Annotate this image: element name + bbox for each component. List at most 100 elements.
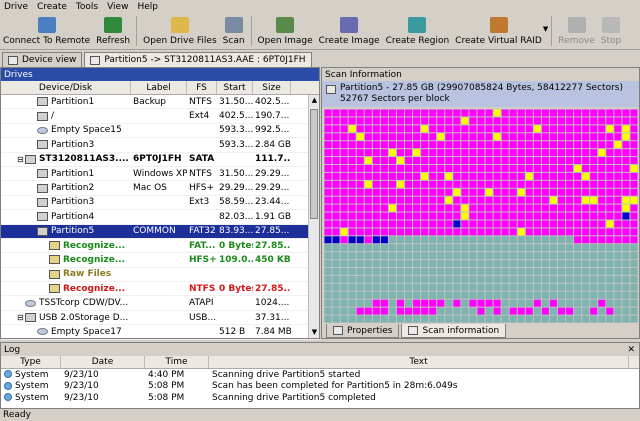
column-header-type[interactable]: Type	[1, 356, 61, 368]
scan-block	[598, 260, 606, 268]
column-header-fs[interactable]: FS	[187, 81, 217, 94]
scan-block	[582, 141, 590, 149]
open-image-button[interactable]: Open Image	[255, 12, 316, 49]
scan-block	[380, 133, 388, 141]
column-header-time[interactable]: Time	[145, 356, 209, 368]
scan-block	[501, 268, 509, 275]
tree-row[interactable]: Recognize... FAT...0 Bytes27.85...	[1, 239, 319, 254]
create-virtual-raid-button[interactable]: Create Virtual RAID	[452, 12, 545, 49]
scan-block	[340, 133, 348, 141]
tree-row[interactable]: Recognize... HFS+109.0...450 KB	[1, 253, 319, 268]
remove-button[interactable]: Remove	[555, 12, 598, 49]
scroll-down-icon[interactable]: ▼	[309, 327, 320, 338]
menu-item-create[interactable]: Create	[37, 2, 67, 12]
scan-block	[630, 196, 638, 204]
scan-block	[549, 283, 557, 291]
tree-row[interactable]: Partition3 593.3... 2.84 GB	[1, 138, 319, 153]
connect-to-remote-button[interactable]: Connect To Remote	[0, 12, 93, 49]
scan-block	[388, 260, 396, 268]
tree-row[interactable]: Partition1 Backup NTFS 31.50... 402.5...	[1, 95, 319, 110]
scan-block	[405, 275, 413, 283]
column-header-date[interactable]: Date	[61, 356, 145, 368]
scan-block	[598, 228, 606, 236]
log-row[interactable]: System 9/23/10 5:08 PM Scan has been comple…	[1, 381, 639, 393]
fs-cell: NTFS	[189, 168, 212, 179]
column-header-label[interactable]: Label	[131, 81, 187, 94]
scroll-up-icon[interactable]: ▲	[309, 95, 320, 106]
create-image-button[interactable]: Create Image	[316, 12, 383, 49]
scan-button[interactable]: Scan	[220, 12, 248, 49]
scan-block	[598, 291, 606, 299]
menu-item-drive[interactable]: Drive	[4, 2, 28, 12]
scan-block	[557, 125, 566, 133]
scan-block	[598, 117, 606, 125]
close-icon[interactable]: ✕	[627, 345, 635, 355]
scan-block	[388, 315, 396, 323]
scan-block	[501, 315, 509, 323]
tree-row[interactable]: / Ext4 402.5... 190.7...	[1, 109, 319, 124]
create-region-button[interactable]: Create Region	[383, 12, 453, 49]
scan-map[interactable]	[324, 109, 638, 323]
open-drive-files-button[interactable]: Open Drive Files	[140, 12, 220, 49]
dropdown-arrow-icon[interactable]: ▼	[543, 25, 548, 33]
scrollbar-thumb[interactable]	[310, 109, 318, 219]
scan-block	[566, 188, 574, 196]
scan-block	[622, 275, 630, 283]
create-image-icon	[340, 17, 359, 33]
log-row[interactable]: System 9/23/10 4:40 PM Scanning drive Parti…	[1, 369, 639, 381]
menu-item-view[interactable]: View	[107, 2, 128, 12]
collapse-icon[interactable]: ⊟	[17, 155, 25, 164]
scan-block	[566, 204, 574, 212]
scan-block	[372, 196, 380, 204]
scan-block	[590, 220, 598, 228]
menu-item-tools[interactable]: Tools	[76, 2, 98, 12]
scan-block	[590, 117, 598, 125]
scan-block	[364, 260, 372, 268]
tree-row[interactable]: Partition3 Ext3 58.59... 23.44...	[1, 196, 319, 211]
refresh-button[interactable]: Refresh	[93, 12, 133, 49]
scan-block	[630, 299, 638, 307]
scan-block	[477, 268, 485, 275]
scan-block	[340, 149, 348, 157]
scan-block	[606, 307, 614, 315]
scan-block	[380, 291, 388, 299]
tab-device-view[interactable]: Device view	[2, 52, 83, 67]
stop-button[interactable]: Stop	[598, 12, 624, 49]
tree-row[interactable]: Partition1 Windows XP NTFS 31.50... 29.29...	[1, 167, 319, 182]
tree-row[interactable]: Empty Space15 593.3... 992.5...	[1, 124, 319, 139]
tree-row[interactable]: Raw Files	[1, 268, 319, 283]
scan-sectors-per-block: 52767 Sectors per block	[340, 94, 450, 104]
drives-scrollbar[interactable]: ▲ ▼	[308, 95, 319, 338]
scan-block	[533, 220, 541, 228]
size-cell: 190.7...	[255, 111, 290, 122]
scan-block	[501, 164, 509, 172]
collapse-icon[interactable]: ⊟	[17, 313, 25, 322]
tree-row[interactable]: TSSTcorp CDW/DV... ATAPI 1024....	[1, 296, 319, 311]
tree-row[interactable]: Partition5 COMMON FAT32 83.93... 27.85...	[1, 224, 319, 239]
refresh-icon	[104, 17, 123, 33]
tree-row[interactable]: ⊟ ST3120811AS3.... 6PT0J1FH SATA 111.7...	[1, 153, 319, 167]
column-header-start[interactable]: Start	[217, 81, 253, 94]
scan-block	[485, 164, 493, 172]
tab-partition5[interactable]: Partition5 -> ST3120811AS3.AAE : 6PT0J1F…	[84, 52, 312, 67]
scan-block	[372, 188, 380, 196]
column-header-size[interactable]: Size	[253, 81, 291, 94]
menu-item-help[interactable]: Help	[137, 2, 158, 12]
scan-block	[453, 117, 461, 125]
column-header-text[interactable]: Text	[209, 356, 629, 368]
scan-block	[453, 236, 461, 244]
column-header-device[interactable]: Device/Disk	[1, 81, 131, 94]
tree-row[interactable]: ⊟ USB 2.0Storage D... USB... 37.31...	[1, 311, 319, 326]
tree-row[interactable]: Partition4 82.03... 1.91 GB	[1, 210, 319, 225]
tree-row[interactable]: Empty Space17 512 B 7.84 MB	[1, 325, 319, 340]
scan-block	[396, 109, 405, 117]
tree-row[interactable]: Partition2 Mac OS HFS+ 29.29... 29.29...	[1, 181, 319, 196]
tree-row[interactable]: Recognize... NTFS0 Bytes27.85...	[1, 282, 319, 297]
scan-block	[614, 315, 622, 323]
tab-scan-information[interactable]: Scan information	[401, 324, 507, 338]
size-cell: 37.31...	[255, 312, 290, 323]
scan-block	[405, 204, 413, 212]
log-row[interactable]: System 9/23/10 5:08 PM Scanning drive Parti…	[1, 392, 639, 404]
tab-properties[interactable]: Properties	[326, 324, 400, 338]
scan-block	[614, 149, 622, 157]
